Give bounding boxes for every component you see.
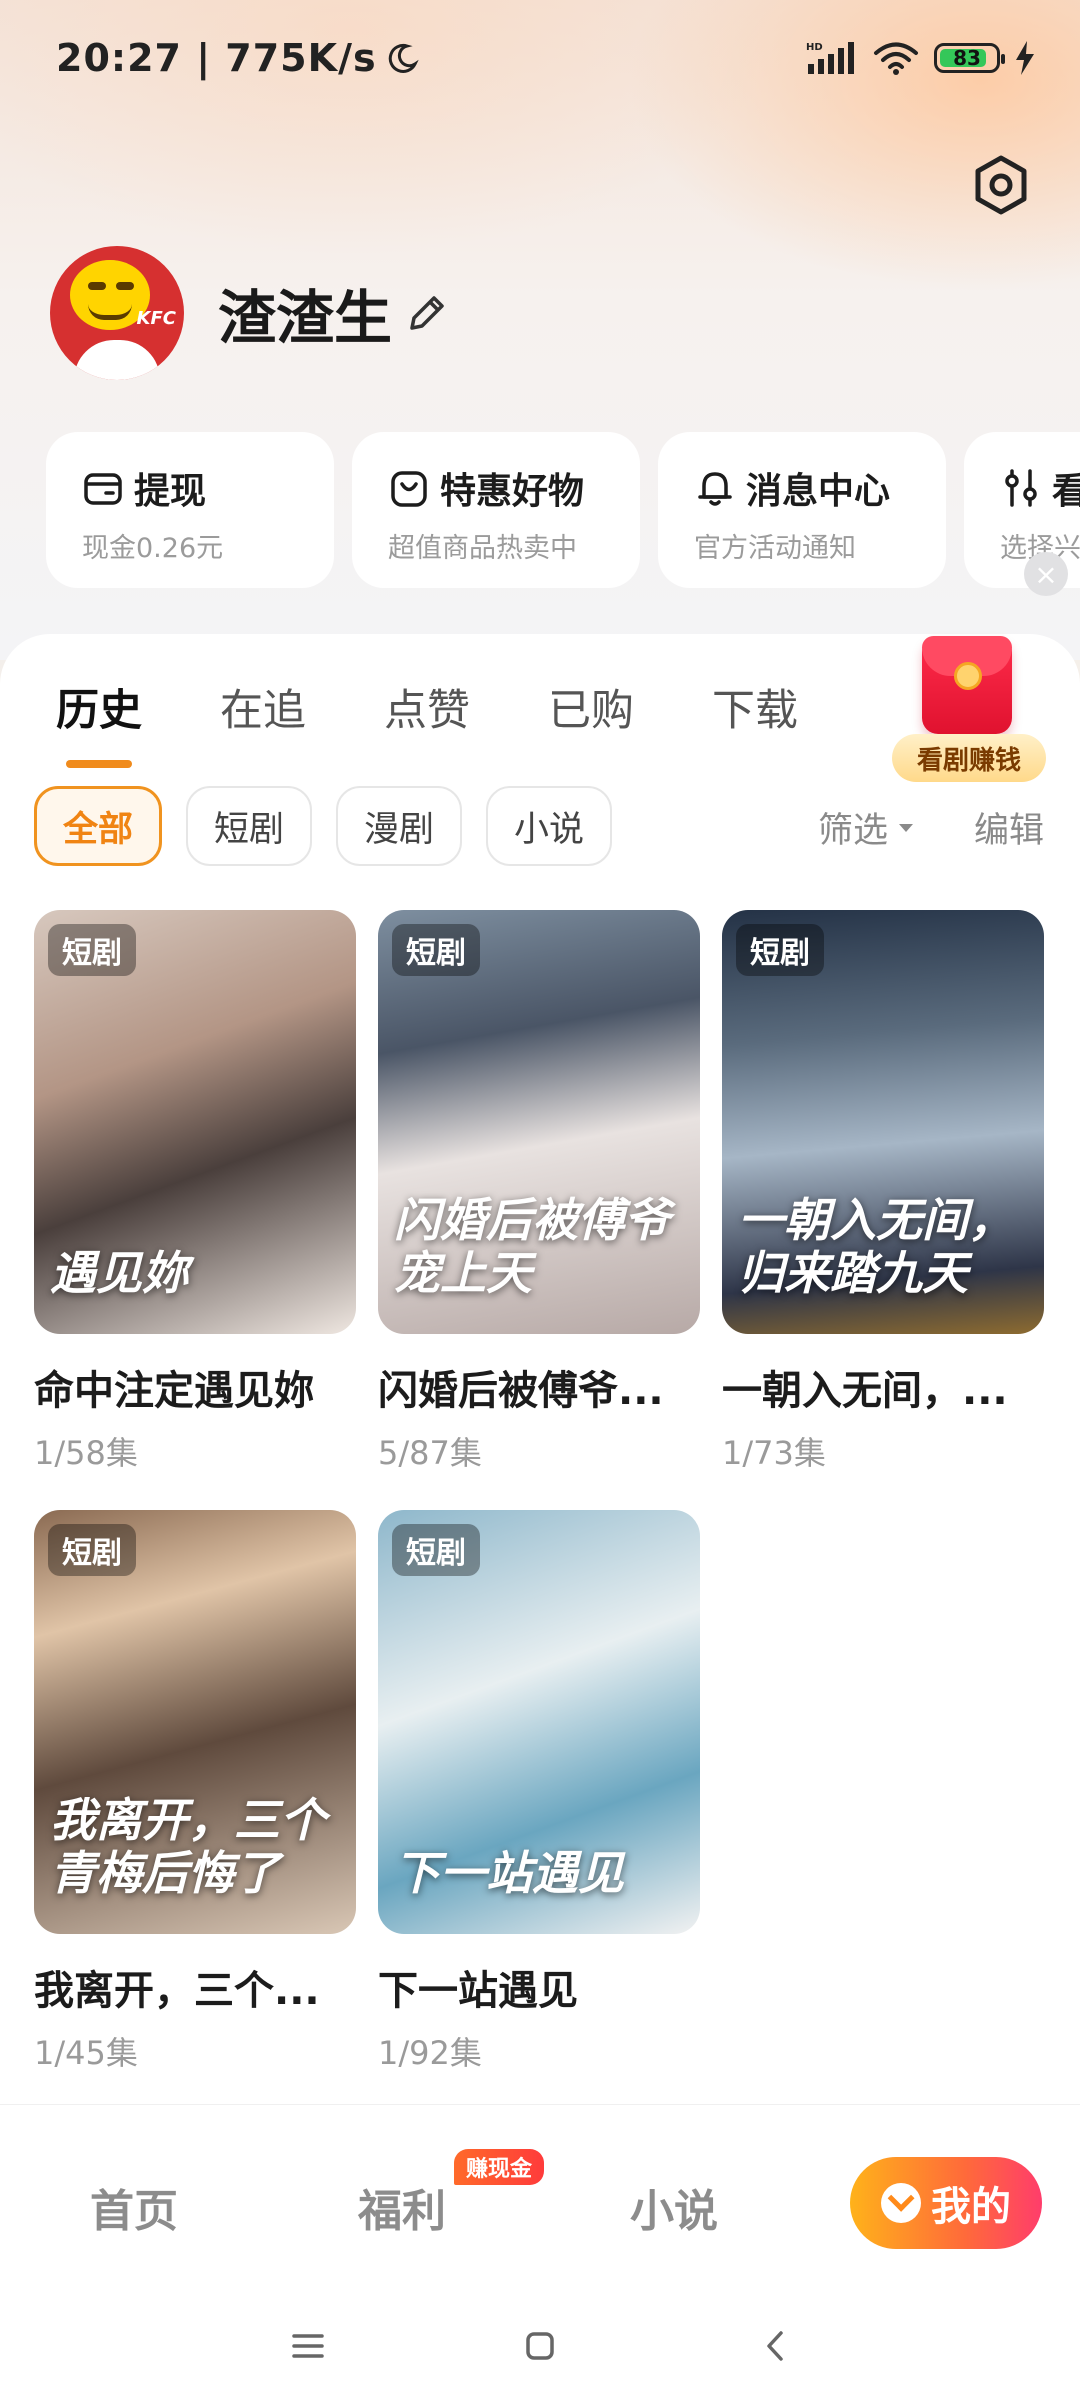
edit-pencil-icon[interactable] bbox=[404, 290, 450, 336]
nav-home[interactable]: 首页 bbox=[90, 2175, 178, 2239]
card-deals-subtitle: 超值商品热卖中 bbox=[388, 533, 577, 564]
menu-icon[interactable] bbox=[280, 2318, 336, 2374]
poster-image[interactable]: 短剧 闪婚后被傅爷宠上天 bbox=[378, 910, 700, 1334]
poster-tag: 短剧 bbox=[392, 1524, 480, 1576]
poster-title: 我离开，三个青梅后悔了 bbox=[50, 1793, 326, 1901]
status-left: 20:27 | 775K/s bbox=[56, 36, 419, 80]
poster-title: 下一站遇见 bbox=[394, 1846, 624, 1901]
card-withdraw[interactable]: 提现 现金0.26元 bbox=[46, 432, 334, 588]
card-deals-title: 特惠好物 bbox=[440, 471, 585, 512]
poster-image[interactable]: 短剧 下一站遇见 bbox=[378, 1510, 700, 1934]
card-messages-subtitle: 官方活动通知 bbox=[694, 533, 856, 564]
bell-icon bbox=[698, 472, 732, 506]
wifi-icon bbox=[874, 42, 918, 75]
battery-indicator: 83 bbox=[934, 43, 1005, 73]
nav-me-label: 我的 bbox=[931, 2184, 1011, 2230]
item-title: 闪婚后被傅爷... bbox=[378, 1368, 664, 1414]
bottom-navigation: 首页 福利 赚现金 小说 我的 bbox=[0, 2104, 1080, 2294]
poster-tag: 短剧 bbox=[736, 924, 824, 976]
close-icon[interactable]: × bbox=[1024, 552, 1068, 596]
tab-purchased[interactable]: 已购 bbox=[548, 676, 634, 738]
poster-title: 遇见妳 bbox=[50, 1246, 188, 1301]
settings-icon[interactable] bbox=[968, 152, 1034, 218]
poster-title: 一朝入无间，归来踏九天 bbox=[738, 1193, 1014, 1301]
earn-money-promo[interactable]: 看剧赚钱 bbox=[892, 632, 1048, 782]
quick-action-cards: 提现 现金0.26元 特惠好物 超值商品热卖中 消息中心 官方活动通知 看 选择… bbox=[46, 432, 1080, 588]
tab-liked[interactable]: 点赞 bbox=[384, 676, 470, 738]
item-episodes: 1/73集 bbox=[722, 1434, 826, 1472]
category-chips: 全部 短剧 漫剧 小说 bbox=[34, 786, 613, 866]
nav-novel[interactable]: 小说 bbox=[630, 2175, 718, 2239]
list-item[interactable]: 短剧 一朝入无间，归来踏九天 一朝入无间，... 1/73集 bbox=[722, 910, 1044, 1474]
system-navigation-bar bbox=[0, 2294, 1080, 2400]
item-episodes: 5/87集 bbox=[378, 1434, 482, 1472]
nav-welfare[interactable]: 福利 bbox=[358, 2175, 446, 2239]
poster-image[interactable]: 短剧 我离开，三个青梅后悔了 bbox=[34, 1510, 356, 1934]
item-title: 我离开，三个... bbox=[34, 1968, 320, 2014]
red-envelope-icon bbox=[922, 636, 1012, 734]
tab-history[interactable]: 历史 bbox=[56, 676, 142, 768]
chip-comic-drama[interactable]: 漫剧 bbox=[336, 786, 463, 866]
home-icon[interactable] bbox=[512, 2318, 568, 2374]
item-title: 下一站遇见 bbox=[378, 1968, 578, 2014]
card-messages-title: 消息中心 bbox=[746, 471, 891, 512]
card-withdraw-subtitle: 现金0.26元 bbox=[82, 533, 224, 564]
poster-title: 闪婚后被傅爷宠上天 bbox=[394, 1193, 670, 1301]
battery-level: 83 bbox=[953, 46, 981, 70]
promo-label: 看剧赚钱 bbox=[892, 734, 1046, 782]
avatar-logo-text: KFC bbox=[136, 308, 176, 329]
chip-short-drama[interactable]: 短剧 bbox=[186, 786, 313, 866]
caret-down-icon bbox=[899, 823, 914, 832]
back-icon[interactable] bbox=[748, 2318, 804, 2374]
chip-all[interactable]: 全部 bbox=[34, 786, 163, 866]
me-check-icon bbox=[881, 2183, 921, 2223]
item-episodes: 1/92集 bbox=[378, 2034, 482, 2072]
item-title: 命中注定遇见妳 bbox=[34, 1368, 314, 1414]
item-episodes: 1/45集 bbox=[34, 2034, 138, 2072]
poster-image[interactable]: 短剧 遇见妳 bbox=[34, 910, 356, 1334]
nav-me[interactable]: 我的 bbox=[850, 2157, 1042, 2249]
card-messages[interactable]: 消息中心 官方活动通知 bbox=[658, 432, 946, 588]
charging-icon bbox=[1016, 41, 1034, 75]
wallet-icon bbox=[84, 473, 122, 505]
welfare-badge: 赚现金 bbox=[454, 2149, 545, 2185]
moon-icon bbox=[388, 43, 419, 73]
filter-button[interactable]: 筛选 bbox=[818, 802, 916, 853]
tab-following[interactable]: 在追 bbox=[220, 676, 306, 738]
list-item[interactable]: 短剧 遇见妳 命中注定遇见妳 1/58集 bbox=[34, 910, 356, 1474]
list-item[interactable]: 短剧 我离开，三个青梅后悔了 我离开，三个... 1/45集 bbox=[34, 1510, 356, 2074]
poster-image[interactable]: 短剧 一朝入无间，归来踏九天 bbox=[722, 910, 1044, 1334]
username[interactable]: 渣渣生 bbox=[218, 271, 392, 355]
poster-tag: 短剧 bbox=[48, 1524, 136, 1576]
status-time-speed: 20:27 | 775K/s bbox=[56, 36, 377, 80]
shopping-bag-icon bbox=[391, 471, 427, 507]
poster-tag: 短剧 bbox=[392, 924, 480, 976]
cellular-signal-icon: HD bbox=[806, 42, 854, 74]
card-withdraw-title: 提现 bbox=[134, 471, 207, 512]
item-episodes: 1/58集 bbox=[34, 1434, 138, 1472]
tab-downloads[interactable]: 下载 bbox=[712, 676, 798, 738]
poster-tag: 短剧 bbox=[48, 924, 136, 976]
list-item[interactable]: 短剧 下一站遇见 下一站遇见 1/92集 bbox=[378, 1510, 700, 2074]
status-right: HD 83 bbox=[806, 40, 1036, 76]
card-deals[interactable]: 特惠好物 超值商品热卖中 bbox=[352, 432, 640, 588]
status-bar: 20:27 | 775K/s HD 83 bbox=[0, 0, 1080, 124]
sliders-icon bbox=[1005, 469, 1037, 507]
avatar[interactable]: KFC bbox=[50, 246, 184, 380]
chip-novel[interactable]: 小说 bbox=[486, 786, 613, 866]
card-preferences-title: 看 bbox=[1052, 471, 1080, 512]
profile-section: KFC 渣渣生 bbox=[50, 246, 450, 380]
item-title: 一朝入无间，... bbox=[722, 1368, 1008, 1414]
list-item[interactable]: 短剧 闪婚后被傅爷宠上天 闪婚后被傅爷... 5/87集 bbox=[378, 910, 700, 1474]
network-badge: HD bbox=[806, 42, 823, 53]
history-tabs: 历史 在追 点赞 已购 下载 bbox=[56, 676, 876, 768]
filter-label: 筛选 bbox=[818, 811, 889, 851]
edit-button[interactable]: 编辑 bbox=[974, 802, 1044, 853]
